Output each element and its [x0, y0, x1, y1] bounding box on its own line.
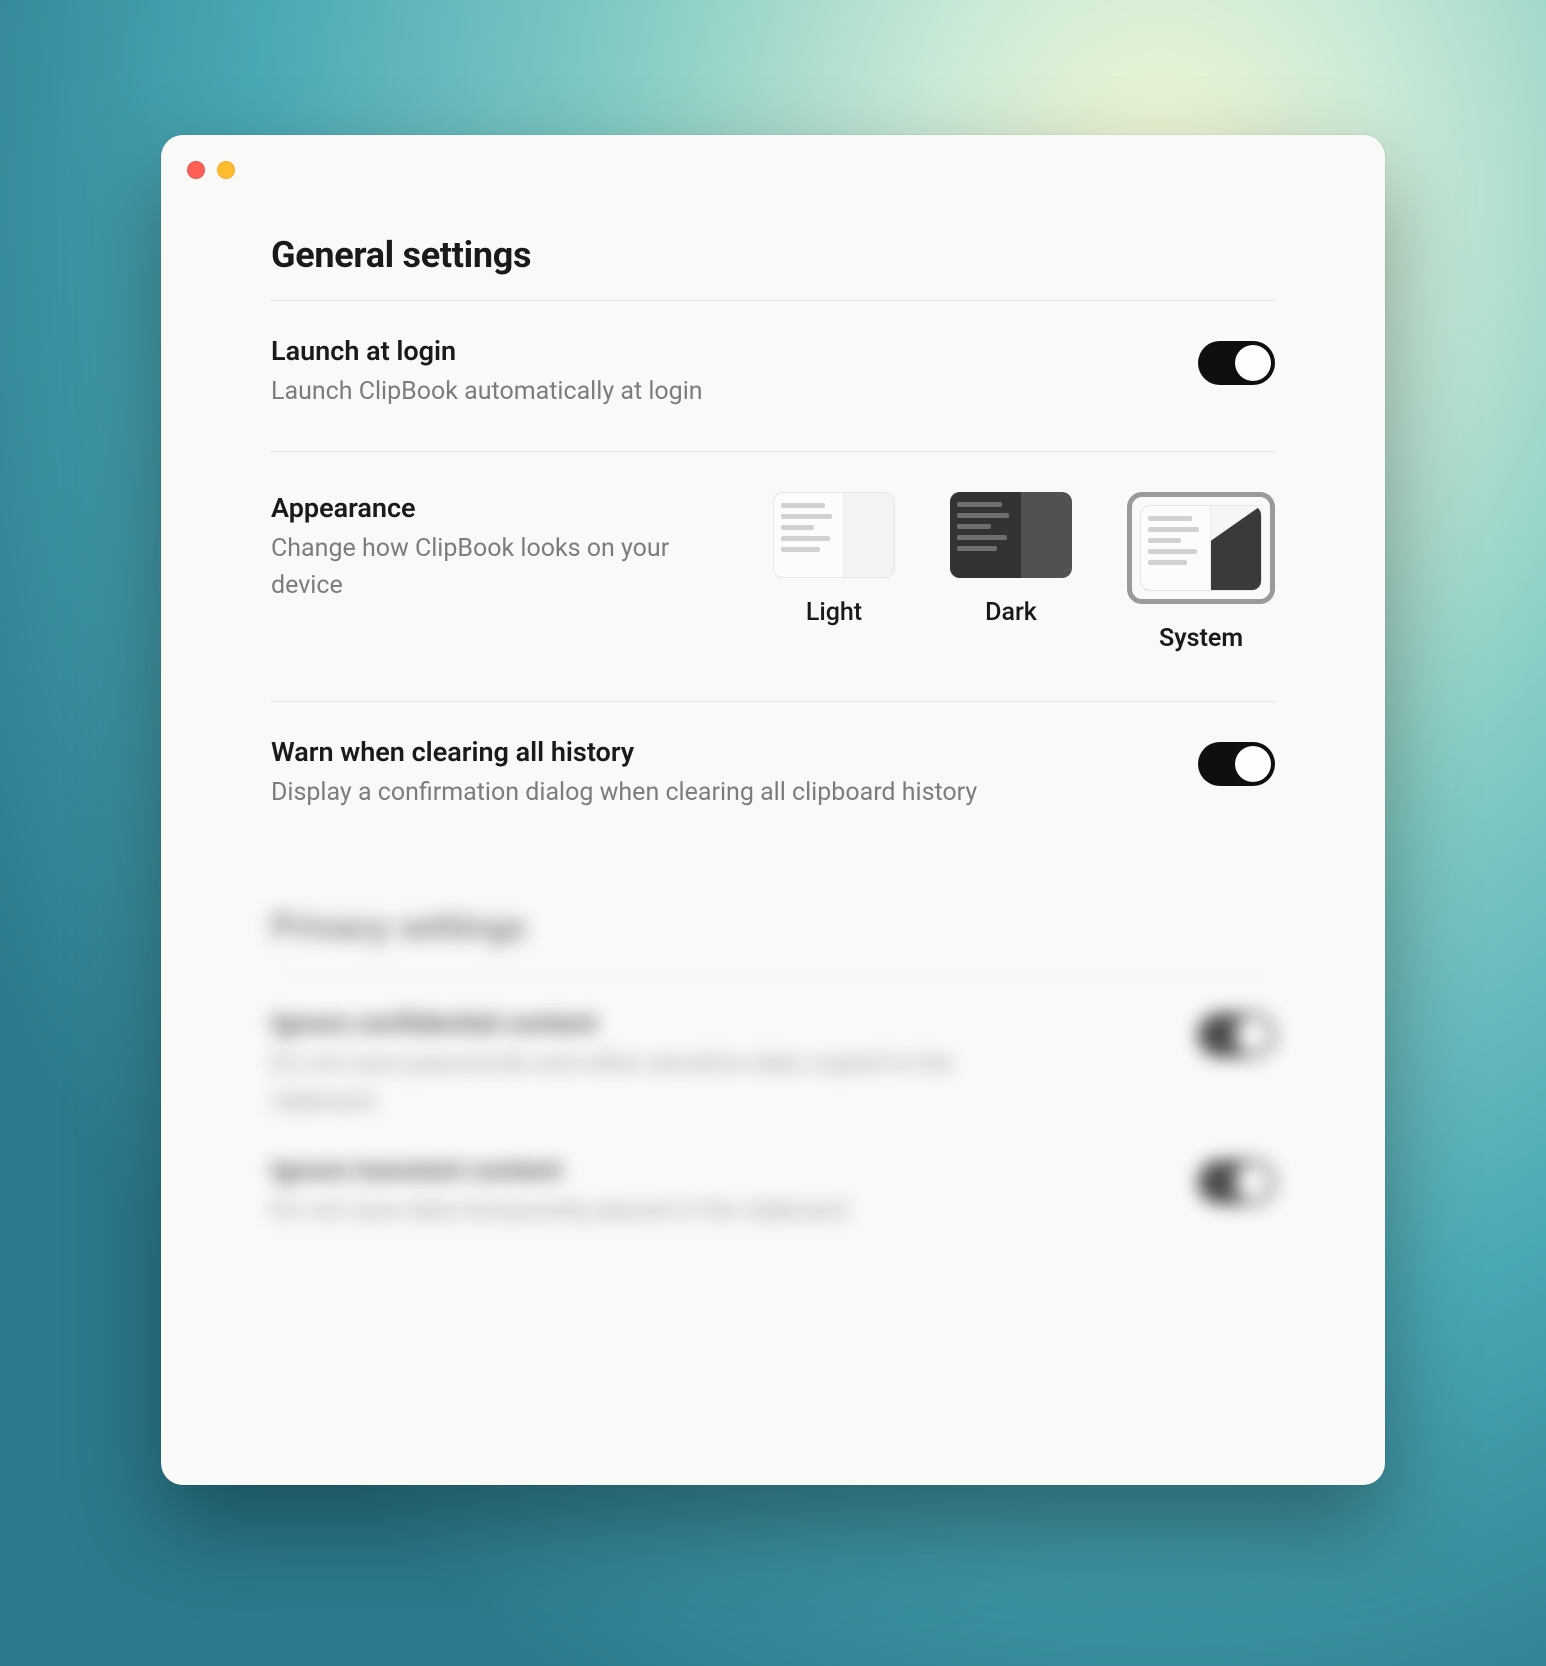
minimize-icon[interactable] — [217, 161, 235, 179]
launch-at-login-text: Launch at login Launch ClipBook automati… — [271, 335, 703, 411]
privacy-settings-title: Privacy settings — [271, 906, 1275, 948]
launch-at-login-toggle[interactable] — [1198, 341, 1275, 385]
launch-at-login-row: Launch at login Launch ClipBook automati… — [271, 335, 1275, 411]
theme-option-light[interactable]: Light — [773, 492, 895, 627]
toggle-knob-icon — [1235, 1017, 1271, 1053]
warn-clear-title: Warn when clearing all history — [271, 736, 977, 768]
settings-window: General settings Launch at login Launch … — [161, 135, 1385, 1485]
appearance-text: Appearance Change how ClipBook looks on … — [271, 492, 671, 605]
ignore-confidential-desc: Do not save passwords and other sensitiv… — [271, 1045, 961, 1120]
privacy-section-blurred: Privacy settings Ignore confidential con… — [271, 906, 1275, 1230]
divider — [271, 451, 1275, 452]
ignore-transient-text: Ignore transient content Do not save dat… — [271, 1154, 847, 1230]
theme-light-icon — [773, 492, 895, 578]
theme-options: Light Dark Syste — [773, 492, 1275, 653]
ignore-confidential-toggle — [1198, 1013, 1275, 1057]
appearance-row: Appearance Change how ClipBook looks on … — [271, 492, 1275, 653]
ignore-transient-desc: Do not save data temporarily placed in t… — [271, 1192, 847, 1230]
ignore-transient-title: Ignore transient content — [271, 1154, 847, 1186]
theme-dark-icon — [950, 492, 1072, 578]
theme-system-selected-frame — [1127, 492, 1275, 604]
ignore-confidential-title: Ignore confidential content — [271, 1007, 961, 1039]
theme-option-system[interactable]: System — [1127, 492, 1275, 653]
warn-clear-toggle[interactable] — [1198, 742, 1275, 786]
launch-at-login-title: Launch at login — [271, 335, 703, 367]
appearance-title: Appearance — [271, 492, 671, 524]
warn-clear-desc: Display a confirmation dialog when clear… — [271, 774, 977, 812]
theme-option-dark[interactable]: Dark — [950, 492, 1072, 627]
theme-system-label: System — [1159, 624, 1243, 653]
ignore-confidential-row: Ignore confidential content Do not save … — [271, 1007, 1275, 1120]
settings-content: General settings Launch at login Launch … — [161, 179, 1385, 1230]
divider — [271, 972, 1275, 973]
window-controls — [161, 135, 1385, 179]
close-icon[interactable] — [187, 161, 205, 179]
divider — [271, 300, 1275, 301]
divider — [271, 701, 1275, 702]
ignore-transient-toggle — [1198, 1160, 1275, 1204]
launch-at-login-desc: Launch ClipBook automatically at login — [271, 373, 703, 411]
warn-clear-text: Warn when clearing all history Display a… — [271, 736, 977, 812]
toggle-knob-icon — [1235, 746, 1271, 782]
theme-system-icon — [1140, 505, 1262, 591]
general-settings-title: General settings — [271, 234, 1275, 276]
warn-clear-row: Warn when clearing all history Display a… — [271, 736, 1275, 812]
toggle-knob-icon — [1235, 1164, 1271, 1200]
appearance-desc: Change how ClipBook looks on your device — [271, 530, 671, 605]
toggle-knob-icon — [1235, 345, 1271, 381]
theme-light-label: Light — [806, 598, 862, 627]
theme-dark-label: Dark — [985, 598, 1037, 627]
ignore-transient-row: Ignore transient content Do not save dat… — [271, 1154, 1275, 1230]
ignore-confidential-text: Ignore confidential content Do not save … — [271, 1007, 961, 1120]
